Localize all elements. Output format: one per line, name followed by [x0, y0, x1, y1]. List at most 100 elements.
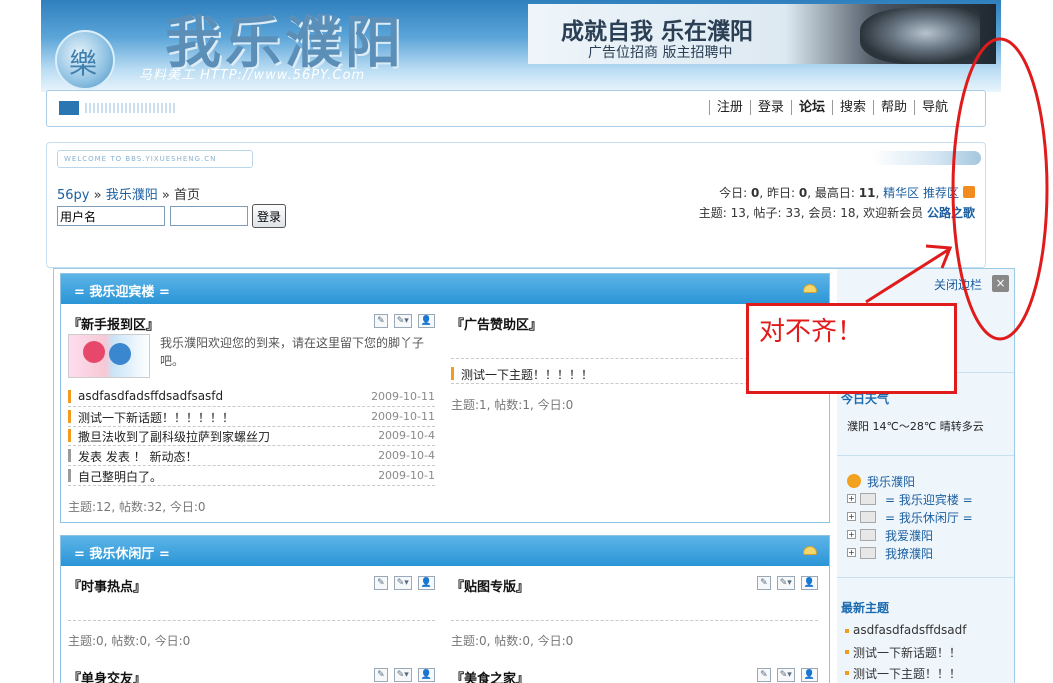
forum-block: 『时事热点』 ✎ ✎▾ 👤 主题:0, 帖数:0, 今日:0	[68, 576, 435, 656]
post-title[interactable]: 发表 发表 ！ 新动态！	[78, 448, 197, 465]
breadcrumb-forum[interactable]: 我乐濮阳	[106, 188, 158, 203]
forum-image	[68, 334, 150, 378]
post-marker-icon	[451, 367, 454, 380]
nav-search[interactable]: 搜索	[831, 100, 873, 115]
post-marker-icon	[68, 469, 71, 482]
new-post-icon[interactable]: ✎	[374, 576, 388, 590]
login-button[interactable]: 登录	[252, 204, 287, 228]
divider	[837, 455, 1014, 456]
new-thread-icon[interactable]: ✎▾	[393, 668, 412, 682]
forum-tools: ✎ ✎▾ 👤	[374, 668, 435, 682]
expand-icon[interactable]: +	[847, 512, 856, 521]
digest-link[interactable]: 精华区	[883, 186, 919, 200]
forum-tools: ✎ ✎▾ 👤	[374, 314, 435, 328]
close-sidebar-link[interactable]: 关闭边栏	[934, 276, 982, 293]
annotation-box: 对不齐！	[746, 303, 957, 394]
panel-decoration	[871, 151, 981, 165]
close-icon[interactable]: ×	[992, 275, 1009, 292]
post-title[interactable]: 撒旦法收到了副科级拉萨到家螺丝刀	[78, 428, 270, 445]
forum-title[interactable]: 『新手报到区』	[68, 314, 159, 333]
nav-register[interactable]: 注册	[708, 100, 750, 115]
new-thread-icon[interactable]: ✎▾	[776, 576, 795, 590]
post-title[interactable]: asdfasdfadsffdsadfsasfd	[78, 389, 223, 403]
latest-item[interactable]: asdfasdfadsffdsadf	[844, 623, 966, 644]
tree-item[interactable]: + = 我乐休闲厅 =	[847, 509, 973, 527]
expand-icon[interactable]: +	[847, 494, 856, 503]
post-marker-icon	[68, 410, 71, 423]
new-thread-icon[interactable]: ✎▾	[393, 314, 412, 328]
moderator-icon[interactable]: 👤	[417, 668, 435, 682]
new-thread-icon[interactable]: ✎▾	[393, 576, 412, 590]
ad-banner[interactable]: 成就自我 乐在濮阳 广告位招商 版主招聘中	[528, 4, 996, 64]
welcome-tag: WELCOME TO BBS.YIXUESHENG.CN	[57, 150, 253, 168]
breadcrumb-home[interactable]: 56py	[57, 188, 90, 203]
new-member-link[interactable]: 公路之歌	[927, 206, 975, 220]
new-post-icon[interactable]: ✎	[757, 668, 771, 682]
moderator-icon[interactable]: 👤	[417, 314, 435, 328]
recommend-link[interactable]: 推荐区	[923, 186, 959, 200]
forum-tools: ✎ ✎▾ 👤	[757, 668, 818, 682]
nav-forum[interactable]: 论坛	[790, 100, 832, 115]
moderator-icon[interactable]: 👤	[417, 576, 435, 590]
moderator-icon[interactable]: 👤	[800, 668, 818, 682]
new-post-icon[interactable]: ✎	[374, 668, 388, 682]
rss-icon[interactable]	[963, 186, 975, 198]
tree-item[interactable]: + = 我乐迎宾楼 =	[847, 491, 973, 509]
new-post-icon[interactable]: ✎	[374, 314, 388, 328]
tree-root[interactable]: 我乐濮阳	[847, 473, 973, 491]
forum-stat: 主题:1, 帖数:1, 今日:0	[451, 398, 574, 412]
nav-decoration	[85, 103, 175, 113]
divider	[837, 577, 1014, 578]
nav-help[interactable]: 帮助	[872, 100, 914, 115]
list-item[interactable]: 撒旦法收到了副科级拉萨到家螺丝刀 2009-10-4	[68, 426, 435, 446]
forum-title[interactable]: 『贴图专版』	[451, 576, 529, 595]
header-banner: 樂 我乐濮阳 马料美工 HTTP://www.56PY.Com 成就自我 乐在濮…	[41, 0, 1001, 92]
collapse-icon[interactable]	[803, 284, 817, 293]
forum-stat: 主题:0, 帖数:0, 今日:0	[451, 634, 574, 648]
list-item[interactable]: 测试一下新话题！！！！！！ 2009-10-11	[68, 407, 435, 427]
list-item[interactable]: 发表 发表 ！ 新动态！ 2009-10-4	[68, 446, 435, 466]
site-url: 马料美工 HTTP://www.56PY.Com	[139, 68, 366, 83]
collapse-icon[interactable]	[803, 546, 817, 555]
forum-title[interactable]: 『时事热点』	[68, 576, 146, 595]
expand-icon[interactable]: +	[847, 530, 856, 539]
new-thread-icon[interactable]: ✎▾	[776, 668, 795, 682]
forum-block: 『美食之家』 ✎ ✎▾ 👤	[451, 668, 818, 683]
top-nav: 注册 登录 论坛 搜索 帮助 导航	[46, 90, 986, 127]
forum-title[interactable]: 『广告赞助区』	[451, 314, 542, 333]
tree-item[interactable]: + 我爱濮阳	[847, 527, 973, 545]
latest-item[interactable]: 测试一下新话题！！	[844, 644, 966, 665]
moderator-icon[interactable]: 👤	[800, 576, 818, 590]
breadcrumb-current: 首页	[174, 188, 201, 203]
latest-threads: asdfasdfadsffdsadf 测试一下新话题！！ 测试一下主题！！！	[844, 623, 966, 683]
post-marker-icon	[68, 429, 71, 442]
category-section: = 我乐休闲厅 = 『时事热点』 ✎ ✎▾ 👤 主题:0, 帖数:0, 今日:0…	[60, 535, 830, 683]
folder-icon	[860, 511, 876, 523]
post-title[interactable]: 测试一下主题！！！！！	[461, 366, 593, 383]
username-input[interactable]	[57, 206, 165, 226]
post-marker-icon	[68, 449, 71, 462]
nav-navigation[interactable]: 导航	[913, 100, 955, 115]
latest-item[interactable]: 测试一下主题！！！	[844, 665, 966, 683]
category-title[interactable]: = 我乐迎宾楼 =	[74, 285, 170, 300]
divider	[68, 620, 435, 621]
category-title[interactable]: = 我乐休闲厅 =	[74, 547, 170, 562]
forum-tools: ✎ ✎▾ 👤	[374, 576, 435, 590]
password-input[interactable]	[170, 206, 248, 226]
category-section: = 我乐迎宾楼 = 『新手报到区』 ✎ ✎▾ 👤 我乐濮阳欢迎您的到来，请在这里…	[60, 273, 830, 523]
post-title[interactable]: 自己整明白了。	[78, 468, 162, 485]
tree-item[interactable]: + 我撩濮阳	[847, 545, 973, 563]
forum-title[interactable]: 『美食之家』	[451, 668, 529, 683]
logo-emblem[interactable]: 樂	[55, 30, 115, 90]
nav-login[interactable]: 登录	[749, 100, 791, 115]
post-title[interactable]: 测试一下新话题！！！！！！	[78, 409, 234, 426]
post-marker-icon	[68, 390, 71, 403]
forum-title[interactable]: 『单身交友』	[68, 668, 146, 683]
expand-icon[interactable]: +	[847, 548, 856, 557]
new-post-icon[interactable]: ✎	[757, 576, 771, 590]
list-item[interactable]: 自己整明白了。 2009-10-1	[68, 466, 435, 486]
ad-subtitle: 广告位招商 版主招聘中	[588, 45, 733, 61]
list-item[interactable]: asdfasdfadsffdsadfsasfd 2009-10-11	[68, 387, 435, 407]
post-date: 2009-10-1	[378, 469, 435, 482]
annotation-text: 对不齐！	[759, 317, 864, 347]
